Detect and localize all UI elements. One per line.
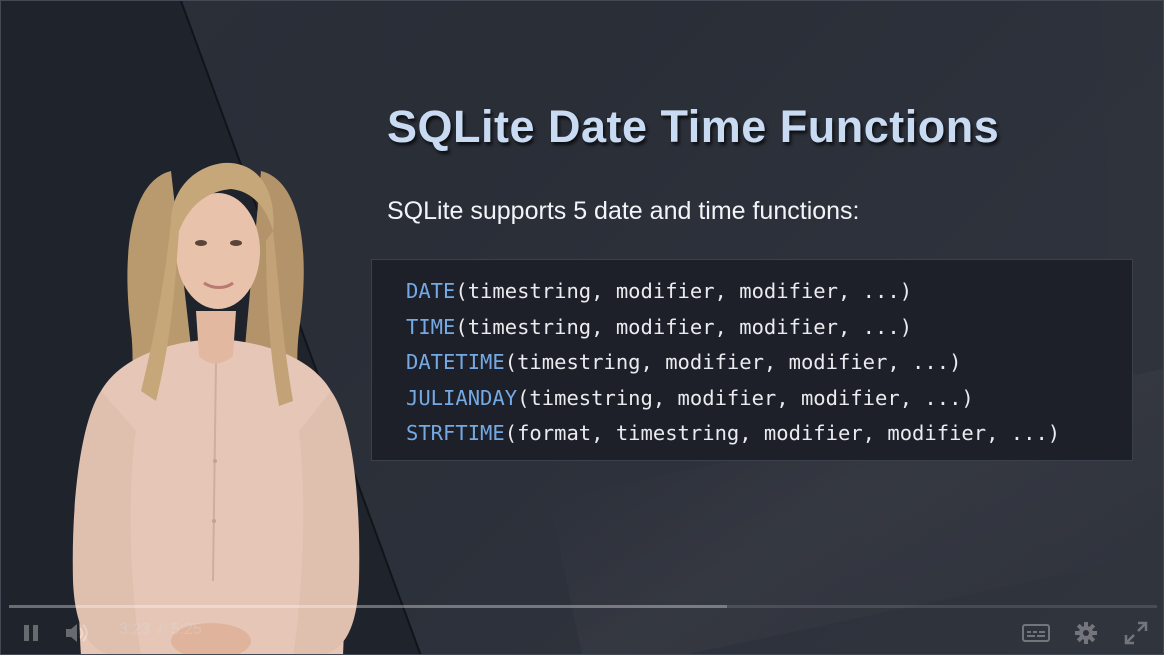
code-function-name: TIME <box>406 314 456 339</box>
code-function-name: STRFTIME <box>406 421 505 445</box>
captions-button[interactable] <box>1021 621 1051 645</box>
code-function-args: (timestring, modifier, modifier, ...) <box>455 314 913 339</box>
player-controls: 3:23 / 5:25 <box>1 613 1163 653</box>
code-line-strftime: STRFTIME(format, timestring, modifier, m… <box>406 416 1132 452</box>
current-time: 3:23 <box>119 621 151 638</box>
code-function-args: (timestring, modifier, modifier, ...) <box>504 350 962 374</box>
slide-subtitle: SQLite supports 5 date and time function… <box>387 197 860 225</box>
code-function-args: (timestring, modifier, modifier, ...) <box>517 385 974 410</box>
gear-icon <box>1075 622 1097 644</box>
presenter-figure <box>72 162 360 654</box>
code-line-date: DATE(timestring, modifier, modifier, ...… <box>406 274 1132 310</box>
volume-button[interactable] <box>63 621 91 645</box>
time-display: 3:23 / 5:25 <box>119 621 202 639</box>
fullscreen-button[interactable] <box>1123 620 1149 646</box>
pause-icon <box>24 625 38 641</box>
code-line-julianday: JULIANDAY(timestring, modifier, modifier… <box>406 381 1132 417</box>
slide-title: SQLite Date Time Functions <box>387 101 1000 152</box>
video-player[interactable]: SQLite Date Time Functions SQLite suppor… <box>0 0 1164 655</box>
fullscreen-icon <box>1124 621 1148 645</box>
pause-button[interactable] <box>19 621 43 645</box>
progress-bar[interactable] <box>9 605 1157 608</box>
duration: 5:25 <box>170 621 202 638</box>
code-function-name: DATE <box>406 279 456 303</box>
code-function-name: DATETIME <box>406 350 505 374</box>
code-line-time: TIME(timestring, modifier, modifier, ...… <box>406 310 1132 346</box>
code-function-name: JULIANDAY <box>406 385 518 410</box>
captions-icon <box>1022 624 1050 642</box>
code-function-args: (timestring, modifier, modifier, ...) <box>455 279 913 303</box>
code-function-args: (format, timestring, modifier, modifier,… <box>504 421 1061 445</box>
code-block: DATE(timestring, modifier, modifier, ...… <box>371 259 1133 461</box>
time-separator: / <box>158 621 163 638</box>
progress-fill <box>9 605 727 608</box>
volume-icon <box>66 624 88 642</box>
code-line-datetime: DATETIME(timestring, modifier, modifier,… <box>406 345 1132 381</box>
settings-button[interactable] <box>1073 620 1099 646</box>
